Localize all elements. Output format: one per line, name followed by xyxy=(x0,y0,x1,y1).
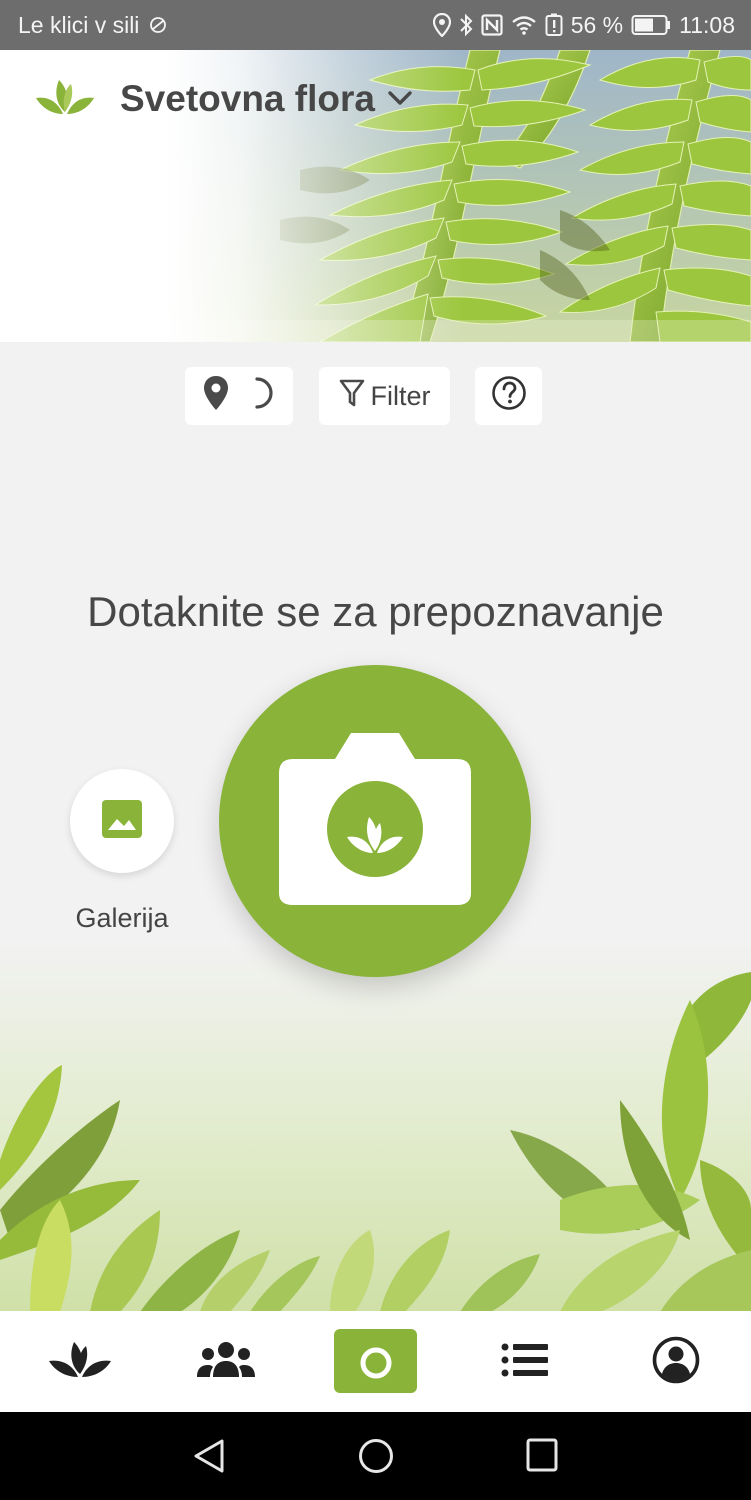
back-icon[interactable] xyxy=(192,1438,226,1479)
help-button[interactable] xyxy=(475,367,542,425)
home-icon[interactable] xyxy=(358,1438,394,1479)
bottom-navigation xyxy=(0,1311,751,1412)
header-banner: Svetovna flora xyxy=(0,50,751,342)
nav-profile-button[interactable] xyxy=(636,1325,716,1399)
gallery-button[interactable] xyxy=(70,769,174,873)
plant-leaves-icon xyxy=(47,1340,113,1385)
plantnet-logo-icon xyxy=(34,74,96,123)
battery-saver-icon xyxy=(545,13,563,37)
identify-prompt: Dotaknite se za prepoznavanje xyxy=(87,588,664,635)
flora-selector[interactable]: Svetovna flora xyxy=(34,74,413,123)
nav-list-button[interactable] xyxy=(485,1325,565,1399)
camera-icon xyxy=(348,1335,404,1388)
bluetooth-icon xyxy=(459,13,473,37)
loading-spinner-icon xyxy=(251,376,275,417)
image-icon xyxy=(101,799,143,844)
identify-camera-button[interactable] xyxy=(219,665,531,977)
foliage-decoration xyxy=(0,940,751,1312)
filter-button[interactable]: Filter xyxy=(319,367,450,425)
filter-label: Filter xyxy=(370,380,431,411)
battery-percent: 56 % xyxy=(570,11,624,38)
nav-camera-button[interactable] xyxy=(334,1329,417,1393)
recents-icon[interactable] xyxy=(526,1438,558,1477)
battery-icon xyxy=(631,14,671,36)
nfc-icon xyxy=(481,14,503,36)
status-bar: Le klici v sili 56 % 11:08 xyxy=(0,0,751,50)
gallery-label: Galerija xyxy=(75,903,169,933)
carrier-text: Le klici v sili xyxy=(18,11,140,38)
chevron-down-icon xyxy=(387,89,413,112)
filter-funnel-icon xyxy=(339,378,365,415)
vowifi-icon xyxy=(147,15,169,35)
list-icon xyxy=(501,1343,549,1382)
group-people-icon xyxy=(196,1341,256,1384)
flora-title: Svetovna flora xyxy=(120,77,375,119)
account-circle-icon xyxy=(652,1336,700,1389)
wifi-icon xyxy=(511,14,537,36)
location-button[interactable] xyxy=(185,367,293,425)
location-icon xyxy=(432,13,451,37)
help-question-icon xyxy=(491,375,527,418)
nav-community-button[interactable] xyxy=(186,1325,266,1399)
clock: 11:08 xyxy=(679,11,735,38)
system-navigation-bar xyxy=(0,1412,751,1500)
camera-leaf-icon xyxy=(279,732,471,910)
nav-plants-button[interactable] xyxy=(40,1325,120,1399)
location-pin-icon xyxy=(203,375,229,418)
